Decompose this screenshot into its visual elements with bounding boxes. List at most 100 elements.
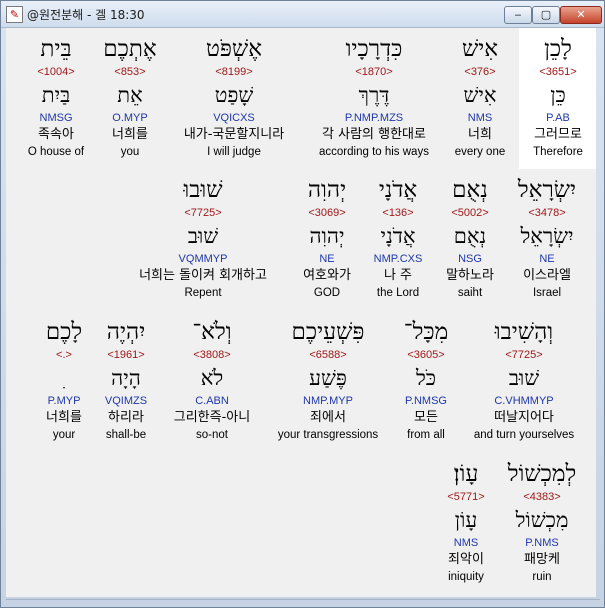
maximize-button[interactable]: ▢ xyxy=(532,6,560,24)
word-card[interactable]: אֲדֹנָי <136> אֲדֹנָי NMP.CXS 나 주 the Lo… xyxy=(363,175,433,301)
word-card[interactable]: נְאֻם <5002> נְאֻם NSG 말하노라 saiht xyxy=(435,175,505,301)
english-gloss: and turn yourselves xyxy=(473,429,575,441)
korean-gloss: 너희는 돌이켜 회개하고 xyxy=(139,268,267,283)
english-gloss: shall-be xyxy=(105,429,147,441)
strong-number-link[interactable]: <136> xyxy=(363,205,433,221)
korean-gloss: 각 사람의 행한대로 xyxy=(322,127,426,142)
english-gloss: iniquity xyxy=(448,571,484,583)
word-card[interactable]: שׁוּבוּ <7725> שׁוּב VQMMYP 너희는 돌이켜 회개하고… xyxy=(118,175,288,301)
hebrew-word: נְאֻם xyxy=(452,177,488,203)
korean-gloss: 하리라 xyxy=(108,410,144,425)
strong-number-link[interactable]: <6588> xyxy=(263,347,393,363)
english-gloss: I will judge xyxy=(207,146,261,158)
korean-gloss: 너희를 xyxy=(46,410,82,425)
hebrew-word: וְלֹא־ xyxy=(192,319,232,345)
morphology-code: VQIMZS xyxy=(104,395,148,407)
morphology-code: NMP.CXS xyxy=(373,253,423,265)
word-card[interactable]: יְהוִה <3069> יְהוִה NE 여호와가 GOD xyxy=(292,175,362,301)
word-card[interactable]: מִכָּל־ <3605> כֹּל P.NMSG 모든 from all xyxy=(391,317,461,443)
strong-number-link[interactable]: <3605> xyxy=(391,347,461,363)
word-card[interactable]: בֵּית <1004> בַּיִת NMSG 족속아 O house of xyxy=(11,34,101,160)
morphology-code: NMP.MYP xyxy=(303,395,353,407)
title-bar[interactable]: ✎ @원전분해 - 겔 18:30 ‒ ▢ ✕ xyxy=(1,1,604,28)
strong-number-link[interactable]: <5771> xyxy=(431,489,501,505)
strong-number-link[interactable]: <3808> xyxy=(162,347,262,363)
morphology-code: NE xyxy=(319,253,335,265)
strong-number-link[interactable]: <1870> xyxy=(299,64,449,80)
strong-number-link[interactable]: <1961> xyxy=(91,347,161,363)
english-gloss: Repent xyxy=(184,287,222,299)
hebrew-word: פִּשְׁעֵיכֶם xyxy=(291,319,365,345)
minimize-button[interactable]: ‒ xyxy=(504,6,532,24)
korean-gloss: 나 주 xyxy=(383,268,413,283)
word-card[interactable]: וְלֹא־ <3808> לֹא C.ABN 그리한즉-아니 so-not xyxy=(162,317,262,443)
word-card[interactable]: אֶשְׁפֹּט <8199> שָׁפַט VQICXS 내가-국문할지니라… xyxy=(169,34,299,160)
hebrew-word: שׁוּבוּ xyxy=(183,177,223,203)
english-gloss: the Lord xyxy=(376,287,420,299)
strong-number-link[interactable]: <7725> xyxy=(464,347,584,363)
morphology-code: C.ABN xyxy=(195,395,229,407)
strong-number-link[interactable]: <.> xyxy=(34,347,94,363)
morphology-code: C.VHMMYP xyxy=(494,395,554,407)
korean-gloss: 여호와가 xyxy=(303,268,351,283)
korean-gloss: 그리한즉-아니 xyxy=(173,410,251,425)
word-card[interactable]: כִּדְרָכָיו <1870> דֶּרֶךְ P.NMP.MZS 각 사… xyxy=(299,34,449,160)
hebrew-lemma: יִשְׂרָאֵל xyxy=(520,224,574,248)
english-gloss: Israel xyxy=(532,287,562,299)
korean-gloss: 죄에서 xyxy=(310,410,346,425)
strong-number-link[interactable]: <5002> xyxy=(435,205,505,221)
hebrew-lemma: שָׁפַט xyxy=(214,83,254,107)
hebrew-word: עָוֹן׃ xyxy=(453,461,479,487)
word-card[interactable]: אֶתְכֶם <853> אֵת O.MYP 너희를 you xyxy=(90,34,170,160)
hebrew-lemma: אֵת xyxy=(117,83,143,107)
word-card[interactable]: לְמִכְשׁוֹל <4383> מִכְשׁוֹל P.NMS 패망케 r… xyxy=(497,459,587,585)
word-card[interactable]: לָכֶם <.> ִ P.MYP 너희를 your xyxy=(34,317,94,443)
hebrew-lemma: לֹא xyxy=(200,366,224,390)
english-gloss: your xyxy=(52,429,76,441)
app-icon[interactable]: ✎ xyxy=(6,6,23,23)
morphology-code: O.MYP xyxy=(112,112,148,124)
status-bar xyxy=(6,599,600,606)
morphology-code: P.NMSG xyxy=(405,395,447,407)
english-gloss: you xyxy=(120,146,140,158)
hebrew-lemma: ִ xyxy=(34,363,94,393)
hebrew-lemma: דֶּרֶךְ xyxy=(358,83,390,107)
hebrew-lemma: יְהוִה xyxy=(309,224,345,248)
morphology-code: P.MYP xyxy=(47,395,81,407)
word-card[interactable]: יִהְיֶה <1961> הָיָה VQIMZS 하리라 shall-be xyxy=(91,317,161,443)
word-analysis-panel: לָכֵן <3651> כֵּן P.AB 그러므로 Therefore אִ… xyxy=(6,28,596,597)
hebrew-word: אֲדֹנָי xyxy=(378,177,418,203)
english-gloss: according to his ways xyxy=(319,146,429,158)
strong-number-link[interactable]: <7725> xyxy=(118,205,288,221)
word-card[interactable]: יִשְׂרָאֵל <3478> יִשְׂרָאֵל NE 이스라엘 Isr… xyxy=(502,175,592,301)
hebrew-lemma: מִכְשׁוֹל xyxy=(515,508,569,532)
english-gloss: saiht xyxy=(457,287,483,299)
word-card[interactable]: וְהָשִׁיבוּ <7725> שׁוּב C.VHMMYP 떠날지어다 … xyxy=(464,317,584,443)
word-card[interactable]: פִּשְׁעֵיכֶם <6588> פֶּשַׁע NMP.MYP 죄에서 … xyxy=(263,317,393,443)
english-gloss: so-not xyxy=(196,429,228,441)
hebrew-word: יִהְיֶה xyxy=(106,319,146,345)
strong-number-link[interactable]: <853> xyxy=(90,64,170,80)
korean-gloss: 이스라엘 xyxy=(523,268,571,283)
app-window: ✎ @원전분해 - 겔 18:30 ‒ ▢ ✕ לָכֵן <3651> כֵּ… xyxy=(0,0,605,608)
strong-number-link[interactable]: <8199> xyxy=(169,64,299,80)
strong-number-link[interactable]: <3478> xyxy=(502,205,592,221)
hebrew-word: בֵּית xyxy=(40,36,72,62)
hebrew-word: מִכָּל־ xyxy=(403,319,449,345)
hebrew-word: אֶתְכֶם xyxy=(103,36,157,62)
hebrew-lemma: שׁוּב xyxy=(187,224,219,248)
close-button[interactable]: ✕ xyxy=(560,6,602,24)
hebrew-lemma: פֶּשַׁע xyxy=(309,366,347,390)
morphology-code: VQMMYP xyxy=(178,253,228,265)
strong-number-link[interactable]: <3069> xyxy=(292,205,362,221)
korean-gloss: 말하노라 xyxy=(446,268,494,283)
word-card[interactable]: עָוֹן׃ <5771> עָוֹן NMS 죄악이 iniquity xyxy=(431,459,501,585)
strong-number-link[interactable]: <1004> xyxy=(11,64,101,80)
strong-number-link[interactable]: <4383> xyxy=(497,489,587,505)
english-gloss: your transgressions xyxy=(277,429,379,441)
hebrew-lemma: כֹּל xyxy=(415,366,437,390)
english-gloss: O house of xyxy=(27,146,85,158)
hebrew-word: לָכֶם xyxy=(45,319,83,345)
morphology-code: P.NMS xyxy=(525,537,559,549)
hebrew-lemma: שׁוּב xyxy=(508,366,540,390)
